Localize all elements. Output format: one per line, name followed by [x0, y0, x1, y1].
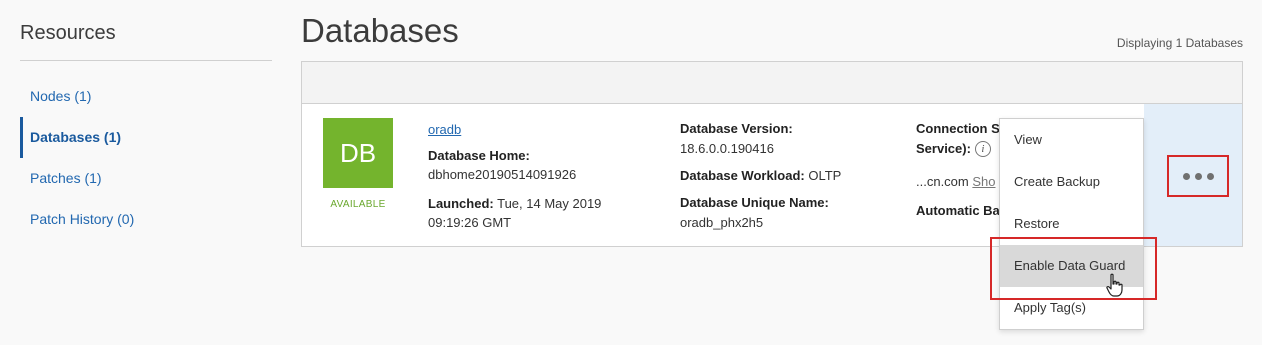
more-dot [1194, 172, 1202, 180]
service-label: Service): [916, 141, 971, 156]
resources-title: Resources [20, 22, 116, 44]
workload-value: OLTP [804, 168, 842, 183]
connection-label: Connection S [916, 121, 1000, 136]
info-icon[interactable]: i [974, 140, 991, 157]
divider [20, 60, 272, 61]
unique-name-value: oradb_phx2h5 [680, 215, 764, 230]
launched-value: Tue, 14 May 2019 [493, 196, 602, 211]
menu-item-restore[interactable]: Restore [1000, 203, 1143, 245]
displaying-count: Displaying 1 Databases [1116, 36, 1243, 50]
actions-menu-button[interactable] [1167, 155, 1229, 197]
sidebar-item-patch-history[interactable]: Patch History (0) [20, 199, 272, 240]
resources-nav: Nodes (1) Databases (1) Patches (1) Patc… [20, 76, 272, 240]
launched-label: Launched: [428, 196, 494, 211]
version-label: Database Version: [680, 121, 793, 136]
database-name-link[interactable]: oradb [428, 122, 461, 137]
menu-item-apply-tags[interactable]: Apply Tag(s) [1000, 287, 1143, 329]
more-dot [1206, 172, 1214, 180]
actions-dropdown-menu: View Create Backup Restore Enable Data G… [999, 118, 1144, 330]
sidebar-item-nodes[interactable]: Nodes (1) [20, 76, 272, 117]
show-link[interactable]: Sho [972, 174, 995, 189]
menu-item-create-backup[interactable]: Create Backup [1000, 161, 1143, 203]
menu-item-enable-data-guard[interactable]: Enable Data Guard [1000, 245, 1143, 287]
database-home-value: dbhome20190514091926 [428, 167, 577, 182]
workload-label: Database Workload: [680, 168, 805, 183]
database-tile-icon: DB [323, 118, 393, 188]
database-home-label: Database Home: [428, 148, 530, 163]
sidebar-item-databases[interactable]: Databases (1) [20, 117, 272, 158]
unique-name-label: Database Unique Name: [680, 195, 829, 210]
menu-item-view[interactable]: View [1000, 119, 1143, 161]
table-header [302, 62, 1242, 104]
sidebar-item-patches[interactable]: Patches (1) [20, 158, 272, 199]
launched-time: 09:19:26 GMT [428, 215, 512, 230]
page-title: Databases [301, 12, 459, 49]
resources-sidebar: Resources Nodes (1) Databases (1) Patche… [0, 0, 290, 345]
automatic-backup-label: Automatic Ba [916, 203, 1000, 218]
more-dot [1182, 172, 1190, 180]
connection-value: ...cn.com [916, 174, 969, 189]
status-badge: AVAILABLE [330, 199, 386, 210]
version-value: 18.6.0.0.190416 [680, 141, 774, 156]
